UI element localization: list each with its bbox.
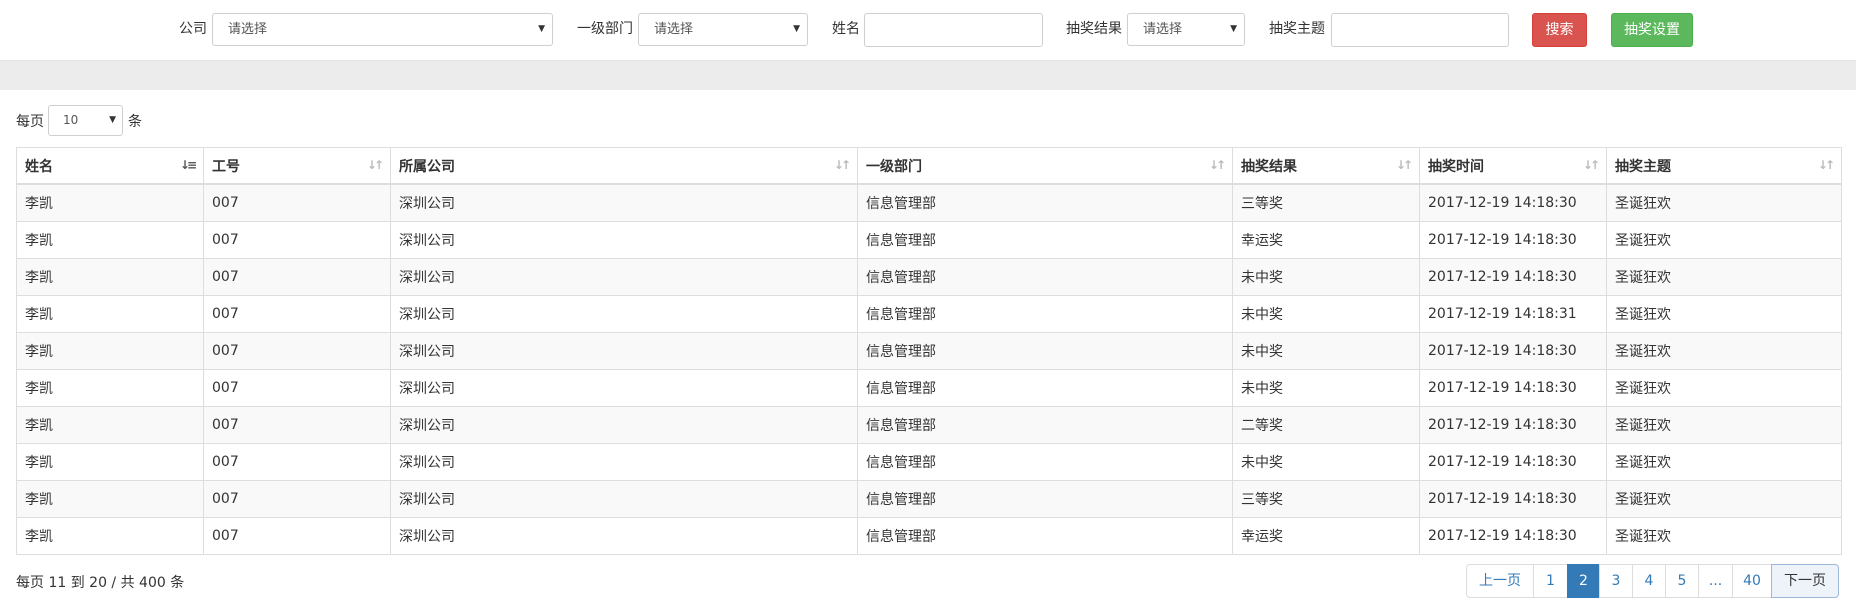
caret-down-icon: ▼	[109, 115, 116, 125]
result-select[interactable]: 请选择 ▼	[1127, 13, 1245, 46]
lottery-settings-button[interactable]: 抽奖设置	[1611, 13, 1693, 47]
pagination-next[interactable]: 下一页	[1771, 564, 1839, 598]
search-button[interactable]: 搜索	[1532, 13, 1587, 47]
pagination-page-5[interactable]: 5	[1665, 564, 1699, 598]
table-row: 李凯 007 深圳公司 信息管理部 未中奖 2017-12-19 14:18:31 圣诞狂欢	[16, 295, 1842, 333]
table-row: 李凯 007 深圳公司 信息管理部 未中奖 2017-12-19 14:18:30 圣诞狂欢	[16, 369, 1842, 407]
theme-label: 抽奖主题	[1269, 21, 1325, 37]
dept-select-value: 请选择	[654, 22, 694, 37]
column-header-id[interactable]: 工号 ↓↑	[203, 147, 391, 185]
table-row: 李凯 007 深圳公司 信息管理部 二等奖 2017-12-19 14:18:30 圣诞狂欢	[16, 406, 1842, 444]
sort-icon: ↓↑	[1817, 158, 1835, 172]
company-label: 公司	[179, 21, 207, 37]
table-row: 李凯 007 深圳公司 信息管理部 未中奖 2017-12-19 14:18:30 圣诞狂欢	[16, 443, 1842, 481]
column-header-theme[interactable]: 抽奖主题 ↓↑	[1606, 147, 1842, 185]
table-row: 李凯 007 深圳公司 信息管理部 幸运奖 2017-12-19 14:18:30 圣诞狂欢	[16, 517, 1842, 555]
sort-icon: ↓↑	[1208, 158, 1226, 172]
pagination-summary: 每页 11 到 20 / 共 400 条	[16, 575, 185, 591]
page-size-suffix: 条	[128, 114, 142, 130]
dept-select[interactable]: 请选择 ▼	[638, 13, 808, 46]
table-row: 李凯 007 深圳公司 信息管理部 未中奖 2017-12-19 14:18:30 圣诞狂欢	[16, 332, 1842, 370]
sort-icon: ↓↑	[366, 158, 384, 172]
caret-down-icon: ▼	[538, 24, 545, 34]
pagination-page-3[interactable]: 3	[1599, 564, 1633, 598]
divider-strip	[0, 61, 1856, 90]
result-label: 抽奖结果	[1066, 21, 1122, 37]
table-row: 李凯 007 深圳公司 信息管理部 幸运奖 2017-12-19 14:18:30 圣诞狂欢	[16, 221, 1842, 259]
column-header-time[interactable]: 抽奖时间 ↓↑	[1419, 147, 1607, 185]
pagination-prev[interactable]: 上一页	[1466, 564, 1534, 598]
pagination-page-1[interactable]: 1	[1533, 564, 1568, 598]
sort-icon: ↓↑	[1395, 158, 1413, 172]
name-input[interactable]	[864, 13, 1043, 47]
company-select[interactable]: 请选择 ▼	[212, 13, 553, 46]
pagination: 上一页 1 2 3 4 5 ... 40 下一页	[1466, 564, 1839, 598]
column-header-dept[interactable]: 一级部门 ↓↑	[857, 147, 1233, 185]
page-size-value: 10	[63, 113, 79, 127]
sort-icon: ↓↑	[1582, 158, 1600, 172]
results-table: 姓名 ↓≡ 工号 ↓↑ 所属公司 ↓↑ 一级部门 ↓↑ 抽奖结果 ↓↑ 抽奖时间 ↓↑ 抽奖…	[16, 147, 1842, 555]
company-select-value: 请选择	[228, 22, 268, 37]
table-row: 李凯 007 深圳公司 信息管理部 三等奖 2017-12-19 14:18:30 圣诞狂欢	[16, 183, 1842, 222]
theme-input[interactable]	[1331, 13, 1509, 47]
pagination-page-2[interactable]: 2	[1567, 564, 1600, 598]
sort-icon: ↓↑	[833, 158, 851, 172]
pagination-page-40[interactable]: 40	[1732, 564, 1772, 598]
name-label: 姓名	[832, 21, 860, 37]
pagination-ellipsis: ...	[1698, 564, 1733, 598]
column-header-name[interactable]: 姓名 ↓≡	[16, 147, 204, 185]
result-select-value: 请选择	[1143, 22, 1183, 37]
dept-label: 一级部门	[577, 21, 633, 37]
column-header-company[interactable]: 所属公司 ↓↑	[390, 147, 858, 185]
filter-bar: 公司 请选择 ▼ 一级部门 请选择 ▼ 姓名 抽奖结果 请选择 ▼ 抽奖主题 搜…	[0, 0, 1856, 61]
pagination-page-4[interactable]: 4	[1632, 564, 1666, 598]
caret-down-icon: ▼	[793, 24, 800, 34]
caret-down-icon: ▼	[1230, 24, 1237, 34]
page-size-select[interactable]: 10 ▼	[48, 105, 123, 136]
page-size-prefix: 每页	[16, 114, 44, 130]
table-header-row: 姓名 ↓≡ 工号 ↓↑ 所属公司 ↓↑ 一级部门 ↓↑ 抽奖结果 ↓↑ 抽奖时间 ↓↑ 抽奖…	[16, 147, 1842, 185]
table-row: 李凯 007 深圳公司 信息管理部 三等奖 2017-12-19 14:18:30 圣诞狂欢	[16, 480, 1842, 518]
column-header-result[interactable]: 抽奖结果 ↓↑	[1232, 147, 1420, 185]
table-row: 李凯 007 深圳公司 信息管理部 未中奖 2017-12-19 14:18:30 圣诞狂欢	[16, 258, 1842, 296]
sort-asc-icon: ↓≡	[179, 158, 197, 172]
